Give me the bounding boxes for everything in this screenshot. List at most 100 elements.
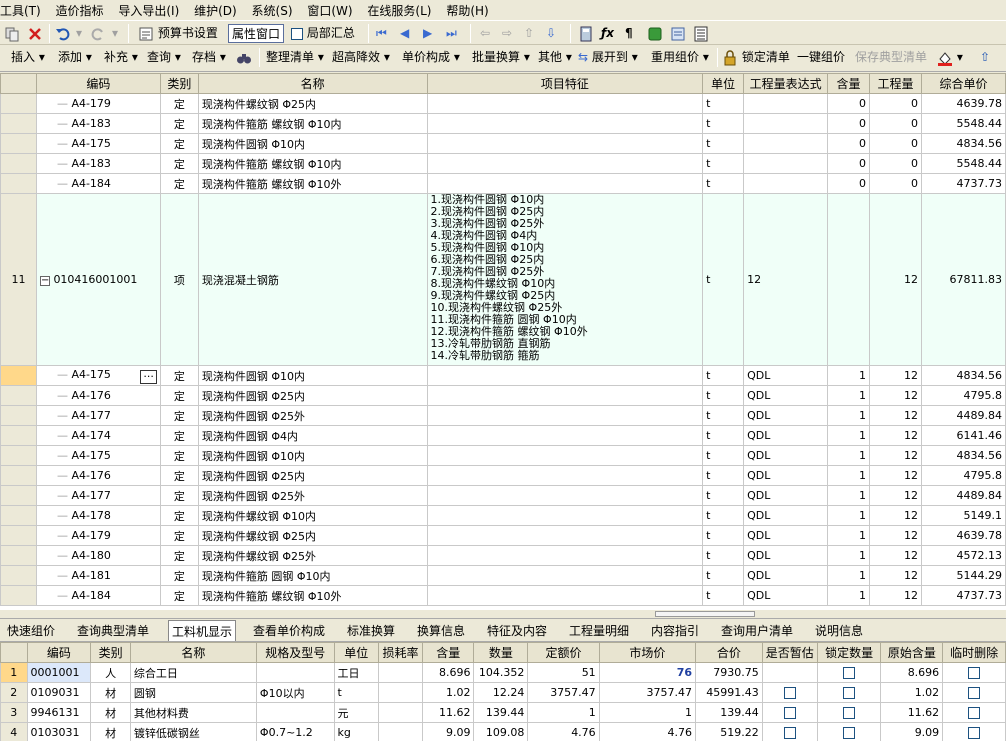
tab-quick-pricing[interactable]: 快速组价 bbox=[7, 622, 55, 639]
header-unit-price[interactable]: 综合单价 bbox=[921, 73, 1006, 94]
type-cell[interactable]: 定 bbox=[159, 153, 199, 174]
name-cell[interactable]: 现浇构件箍筋 螺纹钢 Φ10外 bbox=[197, 585, 428, 606]
quantity-cell[interactable]: 0 bbox=[869, 113, 922, 134]
archive-button[interactable]: 存档 ▾ bbox=[192, 48, 226, 67]
res-estimate-cell[interactable] bbox=[761, 662, 818, 683]
res-name-cell[interactable]: 镀锌低碳钢丝 bbox=[129, 722, 257, 741]
expression-cell[interactable]: QDL bbox=[743, 405, 829, 426]
table-row[interactable]: — A4-176 定现浇构件圆钢 Φ25内 t QDL 1 12 4795.8 bbox=[0, 465, 1006, 486]
menu-tools[interactable]: 工具(T) bbox=[0, 0, 41, 19]
row-header[interactable] bbox=[0, 565, 37, 586]
code-cell[interactable]: — A4-177 bbox=[35, 485, 161, 506]
features-cell[interactable] bbox=[426, 585, 704, 606]
table-row[interactable]: — A4-181 定现浇构件箍筋 圆钢 Φ10内 t QDL 1 12 5144.29 bbox=[0, 565, 1006, 586]
last-icon[interactable]: ⏭ bbox=[446, 24, 457, 43]
row-header[interactable] bbox=[0, 485, 37, 506]
res-temp-delete-cell[interactable] bbox=[942, 722, 1006, 741]
header-quantity[interactable]: 工程量 bbox=[869, 73, 922, 94]
expression-cell[interactable]: QDL bbox=[743, 505, 829, 526]
green-box-icon[interactable] bbox=[647, 24, 663, 43]
res-lock-qty-cell[interactable] bbox=[816, 722, 882, 741]
header-features[interactable]: 项目特征 bbox=[426, 73, 704, 94]
unit-cell[interactable]: t bbox=[702, 445, 745, 466]
features-cell[interactable] bbox=[426, 133, 704, 154]
move-up-icon[interactable]: ⇧ bbox=[524, 24, 534, 43]
temp-delete-checkbox[interactable] bbox=[968, 727, 981, 739]
row-header[interactable] bbox=[0, 133, 37, 154]
res-code-cell[interactable]: 0103031 bbox=[26, 722, 92, 741]
row-header[interactable] bbox=[0, 585, 37, 606]
code-cell[interactable]: — A4-183 bbox=[35, 153, 161, 174]
name-cell[interactable]: 现浇混凝土钢筋 bbox=[197, 193, 428, 366]
expression-cell[interactable] bbox=[743, 133, 829, 154]
res-type-cell[interactable]: 人 bbox=[90, 662, 131, 683]
save-typical-list-button[interactable]: 保存典型清单 bbox=[855, 48, 927, 67]
unit-cell[interactable]: t bbox=[702, 113, 745, 134]
row-header[interactable] bbox=[0, 405, 37, 426]
type-cell[interactable]: 定 bbox=[159, 93, 199, 114]
quantity-cell[interactable]: 12 bbox=[869, 465, 922, 486]
unit-cell[interactable]: t bbox=[702, 565, 745, 586]
header-unit[interactable]: 单位 bbox=[702, 73, 745, 94]
lock-qty-checkbox[interactable] bbox=[843, 727, 856, 739]
table-row[interactable]: 4 0103031 材镀锌低碳钢丝 Φ0.7~1.2 kg 9.09 109.08 4.76 4… bbox=[0, 722, 1006, 741]
code-cell[interactable]: — A4-179 bbox=[35, 525, 161, 546]
expression-cell[interactable]: QDL bbox=[743, 525, 829, 546]
features-cell[interactable] bbox=[426, 505, 704, 526]
paragraph-icon[interactable]: ¶ bbox=[625, 24, 633, 43]
name-cell[interactable]: 现浇构件圆钢 Φ25外 bbox=[197, 405, 428, 426]
batch-convert-button[interactable]: 批量换算 ▾ bbox=[472, 48, 530, 67]
type-cell[interactable]: 定 bbox=[159, 485, 199, 506]
res-market-cell[interactable]: 76 bbox=[598, 662, 697, 683]
one-click-pricing-button[interactable]: 一键组价 bbox=[797, 48, 845, 67]
fill-color-icon[interactable]: ▾ bbox=[937, 48, 963, 67]
expression-cell[interactable]: QDL bbox=[743, 545, 829, 566]
unit-cell[interactable]: t bbox=[702, 485, 745, 506]
content-cell[interactable]: 1 bbox=[827, 585, 871, 606]
type-cell[interactable]: 定 bbox=[159, 385, 199, 406]
header-type[interactable]: 类别 bbox=[159, 73, 199, 94]
row-number[interactable]: 3 bbox=[0, 702, 28, 723]
type-cell[interactable]: 项 bbox=[159, 193, 199, 366]
res-qty-cell[interactable]: 109.08 bbox=[473, 722, 529, 741]
undo-icon[interactable] bbox=[55, 24, 71, 43]
other-button[interactable]: 其他 ▾ bbox=[538, 48, 572, 67]
unit-cell[interactable]: t bbox=[702, 153, 745, 174]
res-code-cell[interactable]: 0109031 bbox=[26, 682, 92, 703]
type-cell[interactable]: 定 bbox=[159, 405, 199, 426]
name-cell[interactable]: 现浇构件箍筋 圆钢 Φ10内 bbox=[197, 565, 428, 586]
content-cell[interactable]: 1 bbox=[827, 385, 871, 406]
res-unit-cell[interactable]: 工日 bbox=[333, 662, 380, 683]
table-row[interactable]: — A4-179 定现浇构件螺纹钢 Φ25内 t QDL 1 12 4639.78 bbox=[0, 525, 1006, 546]
res-market-cell[interactable]: 1 bbox=[598, 702, 697, 723]
features-cell[interactable] bbox=[426, 153, 704, 174]
organize-list-button[interactable]: 整理清单 ▾ bbox=[266, 48, 324, 67]
row-header[interactable] bbox=[0, 93, 37, 114]
row-header[interactable] bbox=[0, 545, 37, 566]
features-cell[interactable]: 1.现浇构件圆钢 Φ10内 2.现浇构件圆钢 Φ25内 3.现浇构件圆钢 Φ25外 4… bbox=[426, 193, 704, 366]
move-right-icon[interactable]: ⇨ bbox=[502, 24, 512, 43]
type-cell[interactable]: 定 bbox=[159, 545, 199, 566]
lock-list-button[interactable]: 锁定清单 bbox=[722, 48, 790, 67]
unit-cell[interactable]: t bbox=[702, 365, 745, 386]
estimate-checkbox[interactable] bbox=[783, 687, 796, 699]
code-cell[interactable]: — A4-176 bbox=[35, 465, 161, 486]
estimate-checkbox[interactable] bbox=[783, 707, 796, 719]
quantity-cell[interactable]: 12 bbox=[869, 545, 922, 566]
row-header[interactable] bbox=[0, 385, 37, 406]
features-cell[interactable] bbox=[426, 565, 704, 586]
lock-qty-checkbox[interactable] bbox=[843, 687, 856, 699]
lock-qty-checkbox[interactable] bbox=[843, 707, 856, 719]
row-header[interactable] bbox=[0, 173, 37, 194]
row-header[interactable] bbox=[0, 445, 37, 466]
table-row[interactable]: — A4-177 定现浇构件圆钢 Φ25外 t QDL 1 12 4489.84 bbox=[0, 405, 1006, 426]
name-cell[interactable]: 现浇构件箍筋 螺纹钢 Φ10外 bbox=[197, 173, 428, 194]
res-estimate-cell[interactable] bbox=[761, 722, 818, 741]
res-spec-cell[interactable] bbox=[255, 702, 335, 723]
quantity-cell[interactable]: 0 bbox=[869, 93, 922, 114]
prev-icon[interactable]: ◀ bbox=[400, 24, 409, 43]
type-cell[interactable]: 定 bbox=[159, 565, 199, 586]
code-cell[interactable]: — A4-174 bbox=[35, 425, 161, 446]
table-row[interactable]: — A4-177 定现浇构件圆钢 Φ25外 t QDL 1 12 4489.84 bbox=[0, 485, 1006, 506]
type-cell[interactable]: 定 bbox=[159, 133, 199, 154]
